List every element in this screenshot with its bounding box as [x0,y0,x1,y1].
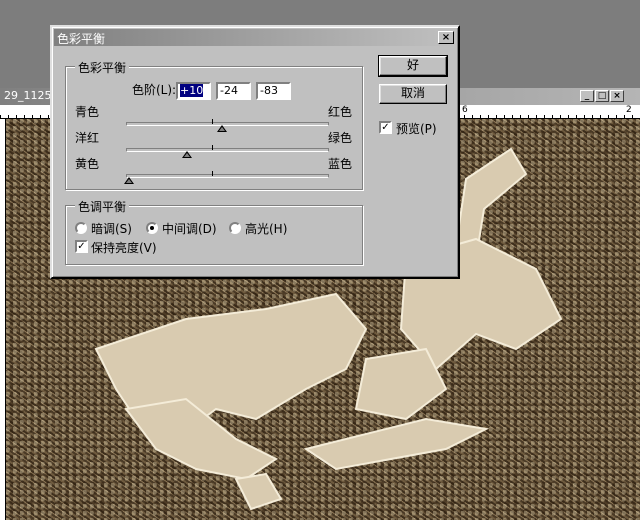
levels-label: 色阶(L): [132,83,177,97]
tone-balance-group: 色调平衡 暗调(S) 中间调(D) 高光(H) ✓ 保持亮度(V) [65,198,363,265]
slider-label-cyan: 青色 [75,105,100,119]
color-balance-dialog: 色彩平衡 × 色彩平衡 色阶(L): +10 -24 -83 青色 红色 洋红 … [50,25,460,279]
magenta-green-slider-thumb[interactable] [182,151,192,158]
yellow-blue-slider-thumb[interactable] [124,177,134,184]
cancel-button[interactable]: 取消 [379,84,447,104]
maximize-button[interactable]: □ [595,90,609,102]
level-cyan-red-input[interactable]: +10 [176,82,211,100]
midtones-label[interactable]: 中间调(D) [162,220,217,237]
color-balance-group: 色彩平衡 色阶(L): +10 -24 -83 青色 红色 洋红 绿色 黄色 蓝… [65,59,363,190]
slider-center-tick [212,145,213,150]
slider-label-magenta: 洋红 [75,131,100,145]
document-title: 29_1125 [4,89,52,102]
dialog-titlebar[interactable]: 色彩平衡 × [54,29,456,46]
highlights-label[interactable]: 高光(H) [245,220,287,237]
preserve-luminosity-label[interactable]: 保持亮度(V) [91,239,157,256]
document-close-button[interactable]: × [610,90,624,102]
level-magenta-green-input[interactable]: -24 [216,82,251,100]
dialog-title: 色彩平衡 [57,32,106,46]
slider-center-tick [212,171,213,176]
preview-checkbox[interactable]: ✓ [379,121,392,134]
highlights-radio[interactable] [229,222,241,234]
minimize-button[interactable]: _ [580,90,594,102]
yellow-blue-slider-track[interactable] [126,174,329,178]
magenta-green-slider-track[interactable] [126,148,329,152]
midtones-radio[interactable] [146,222,158,234]
cyan-red-slider-track[interactable] [126,122,329,126]
slider-label-green: 绿色 [328,131,353,145]
shadows-label[interactable]: 暗调(S) [91,220,132,237]
color-balance-group-label: 色彩平衡 [75,59,130,76]
shadows-radio[interactable] [75,222,87,234]
slider-label-blue: 蓝色 [328,157,353,171]
slider-label-red: 红色 [328,105,353,119]
level-yellow-blue-input[interactable]: -83 [256,82,291,100]
tone-balance-group-label: 色调平衡 [75,198,130,215]
dialog-close-button[interactable]: × [438,31,454,44]
cyan-red-slider-thumb[interactable] [217,125,227,132]
ruler-number: 6 [462,105,468,115]
slider-label-yellow: 黄色 [75,157,100,171]
ruler-number: 2 [626,105,632,115]
ok-button[interactable]: 好 [378,55,448,77]
preserve-luminosity-checkbox[interactable]: ✓ [75,240,88,253]
slider-center-tick [212,119,213,124]
preview-label[interactable]: 预览(P) [396,120,437,137]
